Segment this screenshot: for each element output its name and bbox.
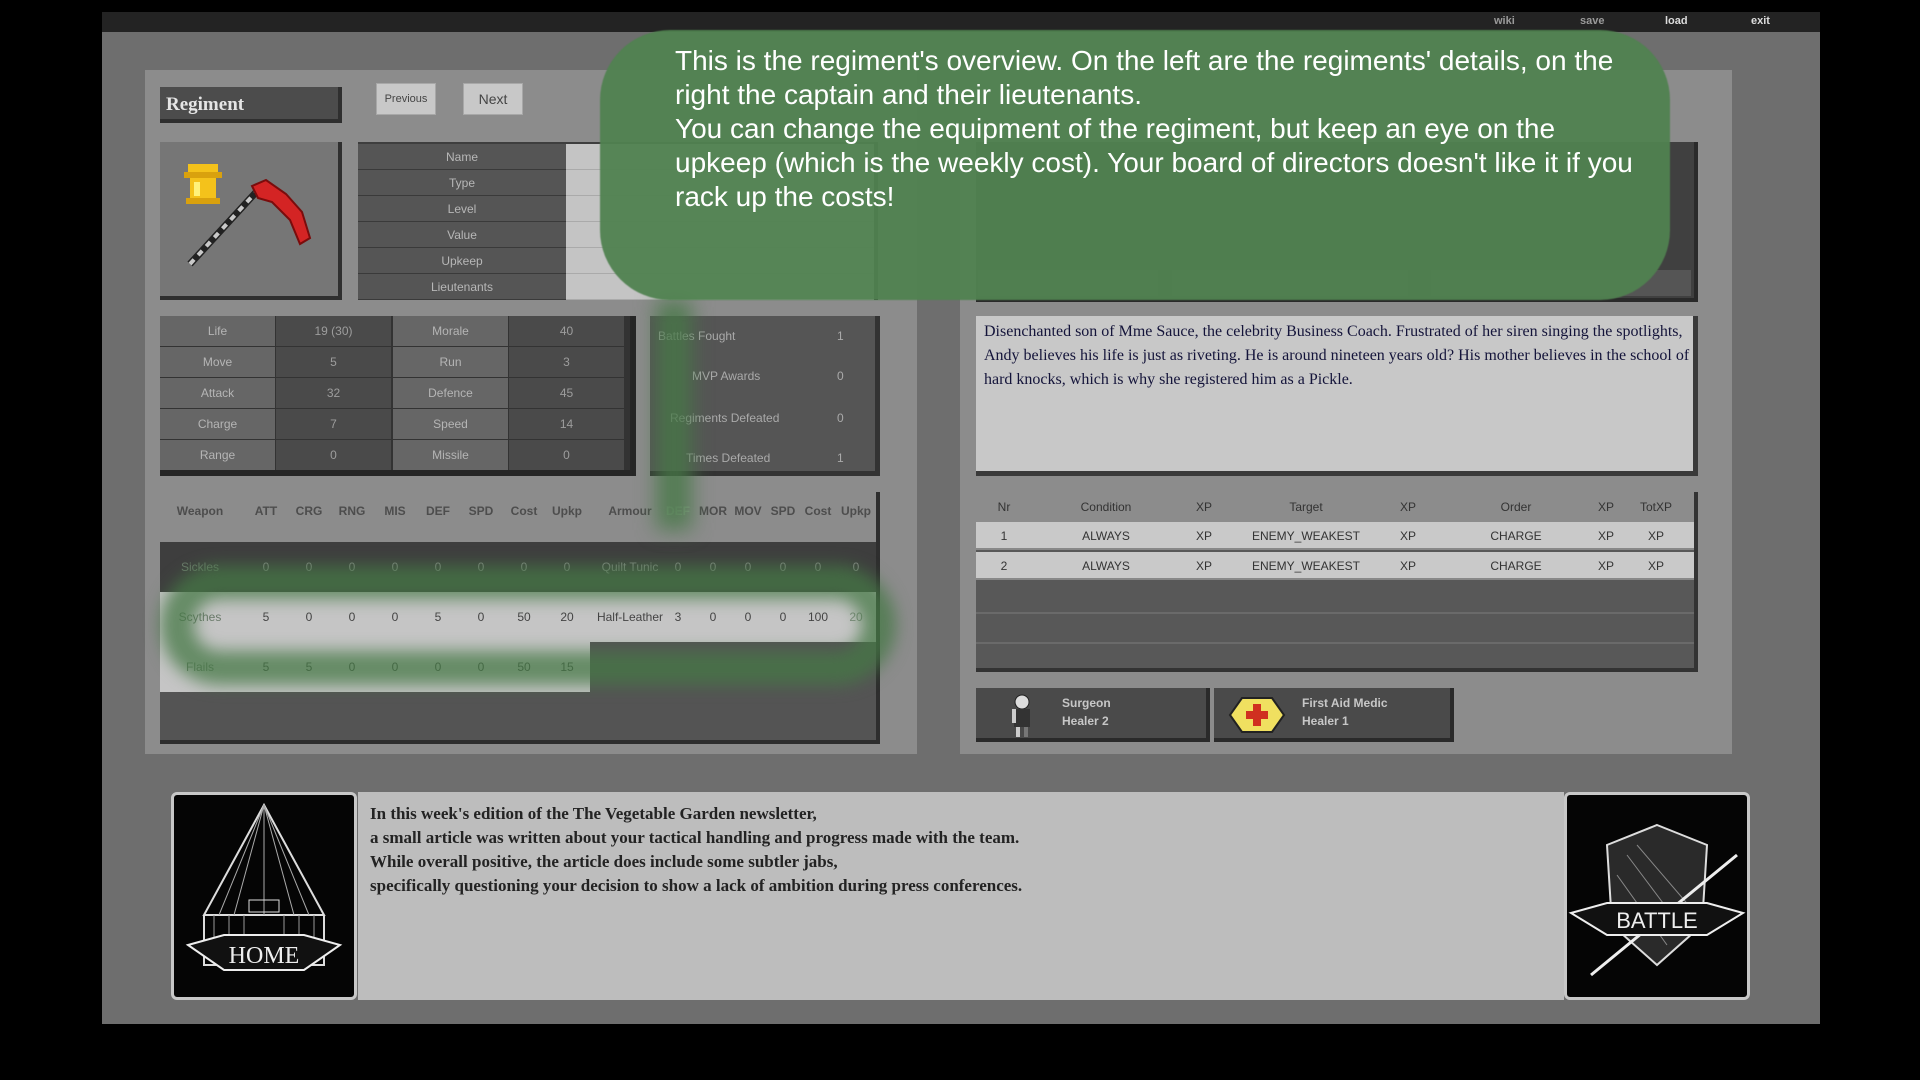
col-header: MIS [384,504,406,518]
menu-wiki[interactable]: wiki [1494,15,1515,27]
col-header: MOV [734,504,762,518]
stat-label: Missile [393,440,508,470]
col-header: SPD [770,504,796,518]
shield-sword-icon: BATTLE [1568,823,1746,977]
info-label-level: Level [358,196,566,222]
stat-value: 7 [276,409,391,439]
tutorial-text: This is the regiment's overview. On the … [675,44,1645,214]
regiment-title: Regiment [160,87,342,123]
col-header: XP [1399,500,1416,514]
newsletter-panel: In this week's edition of the The Vegeta… [358,792,1564,1000]
col-header: SPD [468,504,494,518]
menu-exit[interactable]: exit [1751,15,1770,27]
stat-value: 0 [509,440,624,470]
stat-label: Range [160,440,275,470]
tutorial-line: This is the regiment's overview. On the … [675,45,1614,110]
medical-cross-icon [1228,697,1286,733]
tutorial-highlight [160,565,896,685]
stat-value: 3 [509,347,624,377]
col-header: MOR [699,504,727,518]
col-header: Condition [1080,500,1132,514]
col-header: Upkp [841,504,871,518]
stat-label: Defence [393,378,508,408]
lieutenant-name: First Aid Medic [1302,696,1388,710]
surgeon-icon [1012,694,1030,737]
stat-value: 45 [509,378,624,408]
col-header: CRG [295,504,323,518]
info-label-lieutenants: Lieutenants [358,274,566,300]
col-header: ATT [254,504,278,518]
battle-label: BATTLE [1616,908,1698,933]
order-row[interactable]: 2 ALWAYS XP ENEMY_WEAKEST XP CHARGE XP X… [976,552,1694,580]
top-menu-bar [102,12,1820,32]
lieutenant-card-surgeon[interactable]: Surgeon Healer 2 [976,688,1210,742]
news-line: a small article was written about your t… [370,828,1020,847]
lieutenant-role: Healer 1 [1302,714,1349,728]
stat-label: Attack [160,378,275,408]
stat-value: 14 [509,409,624,439]
col-header: Order [1500,500,1532,514]
col-header: Cost [804,504,832,518]
order-row[interactable]: 1 ALWAYS XP ENEMY_WEAKEST XP CHARGE XP X… [976,522,1694,550]
regiment-portrait [160,142,342,300]
col-header: TotXP [1639,500,1672,514]
col-header: Target [1289,500,1323,514]
menu-load[interactable]: load [1665,15,1688,27]
info-label-type: Type [358,170,566,196]
stat-label: Morale [393,316,508,346]
captain-bio: Disenchanted son of Mme Sauce, the celeb… [976,316,1698,476]
stat-label: Life [160,316,275,346]
divider [976,642,1694,644]
news-line: specifically questioning your decision t… [370,876,1023,895]
stat-value: 5 [276,347,391,377]
divider [976,612,1694,614]
info-label-name: Name [358,144,566,170]
stat-label: Move [160,347,275,377]
tutorial-line: You can change the equipment of the regi… [675,113,1633,212]
col-header: Upkp [552,504,582,518]
col-header: Nr [997,500,1011,514]
stat-value: 19 (30) [276,316,391,346]
col-header: XP [1195,500,1212,514]
stat-value: 40 [509,316,624,346]
lieutenant-card-medic[interactable]: First Aid Medic Healer 1 [1214,688,1454,742]
info-label-value: Value [358,222,566,248]
news-line: In this week's edition of the The Vegeta… [370,804,817,823]
news-line: While overall positive, the article does… [370,852,838,871]
stat-label: Speed [393,409,508,439]
col-header: DEF [426,504,450,518]
lieutenant-role: Healer 2 [1062,714,1109,728]
battle-button[interactable]: BATTLE [1564,792,1750,1000]
stats-grid: Life 19 (30) Morale 40 Move 5 Run 3 Atta… [160,316,636,476]
home-label: HOME [229,943,300,969]
col-header: RNG [338,504,366,518]
tent-icon: HOME [185,802,343,971]
tutorial-pointer [656,300,692,530]
scythe-icon [184,164,312,267]
col-header: Weapon [176,504,224,518]
col-header: Cost [510,504,538,518]
stat-value: 32 [276,378,391,408]
home-button[interactable]: HOME [171,792,357,1000]
info-label-upkeep: Upkeep [358,248,566,274]
stat-label: Run [393,347,508,377]
next-button[interactable]: Next [463,83,523,115]
stat-value: 0 [276,440,391,470]
col-header: XP [1597,500,1614,514]
lieutenant-name: Surgeon [1062,696,1111,710]
orders-table: Nr Condition XP Target XP Order XP TotXP… [976,492,1698,672]
previous-button[interactable]: Previous [376,83,436,115]
menu-save[interactable]: save [1580,15,1604,27]
stat-label: Charge [160,409,275,439]
